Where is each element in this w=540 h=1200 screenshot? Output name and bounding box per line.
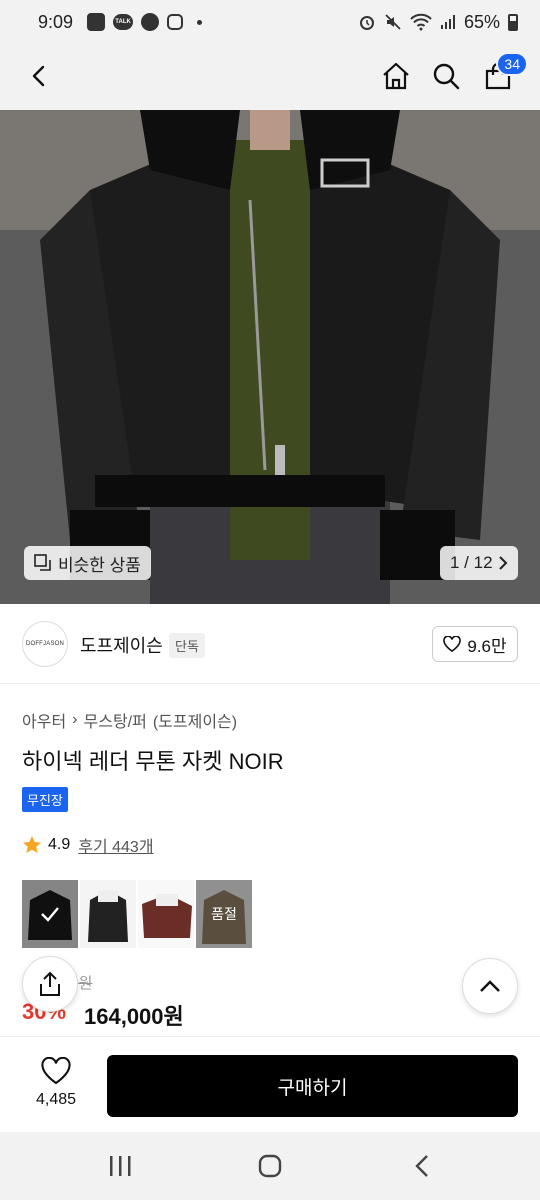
breadcrumb-item[interactable]: 무스탕/퍼	[84, 708, 147, 732]
buy-button[interactable]: 구매하기	[107, 1055, 518, 1117]
color-option-4[interactable]: 품절	[196, 880, 252, 948]
system-navigation-bar	[0, 1132, 540, 1200]
color-option-3[interactable]	[138, 880, 194, 948]
rating-score: 4.9	[48, 836, 71, 853]
sold-out-overlay: 품절	[196, 880, 252, 948]
kakaotalk-icon: TALK	[113, 14, 134, 30]
jacket-photo	[0, 110, 540, 604]
brand-row[interactable]: DOFFJASON 도프제이슨 단독 9.6만	[0, 604, 540, 684]
thumb-image	[138, 880, 194, 948]
chevron-right-icon	[499, 556, 508, 570]
reviews-link[interactable]: 후기 443개	[78, 833, 153, 857]
home-icon	[383, 62, 409, 90]
app-header: 34	[0, 44, 540, 110]
brand-like-button[interactable]: 9.6만	[432, 626, 518, 662]
wishlist-count: 4,485	[35, 1091, 77, 1108]
product-title: 하이넥 레더 무톤 자켓 NOIR	[22, 749, 284, 774]
alarm-icon	[359, 16, 374, 30]
mute-icon	[385, 14, 401, 30]
purchase-bar: 4,485 구매하기	[0, 1036, 540, 1132]
share-button[interactable]	[22, 956, 78, 1012]
recent-apps-icon	[110, 1156, 131, 1176]
cart-count-badge: 34	[496, 52, 528, 76]
selected-overlay	[22, 880, 78, 948]
status-bar: 9:09 TALK 65%	[0, 0, 540, 44]
heart-icon	[443, 636, 462, 652]
breadcrumb: 아우터 › 무스탕/퍼 (도프제이슨)	[22, 708, 237, 732]
home-nav-button[interactable]	[250, 1149, 290, 1183]
chevron-up-icon	[480, 980, 500, 992]
image-page-count: 1 / 12	[450, 553, 493, 572]
rating-row[interactable]: 4.9 후기 443개	[22, 833, 154, 857]
signal-icon	[440, 15, 455, 29]
back-button[interactable]	[18, 54, 62, 98]
recent-apps-button[interactable]	[100, 1149, 140, 1183]
back-arrow-icon	[415, 1155, 428, 1177]
color-option-noir[interactable]	[22, 880, 78, 948]
breadcrumb-item[interactable]: 아우터	[22, 708, 66, 732]
home-button[interactable]	[374, 54, 418, 98]
search-icon	[433, 63, 460, 90]
star-icon	[23, 836, 41, 853]
breadcrumb-item[interactable]: (도프제이슨)	[153, 708, 237, 732]
brand-name[interactable]: 도프제이슨	[80, 632, 163, 658]
thumb-image	[80, 880, 136, 948]
notification-icon	[87, 13, 106, 31]
copy-icon	[34, 554, 51, 571]
scroll-top-button[interactable]	[462, 958, 518, 1014]
exclusive-tag: 단독	[169, 633, 205, 658]
similar-products-label: 비슷한 상품	[58, 555, 141, 575]
checkmark-icon	[41, 907, 59, 922]
status-time: 9:09	[38, 11, 74, 32]
image-page-indicator[interactable]: 1 / 12	[440, 546, 518, 580]
color-option-2[interactable]	[80, 880, 136, 948]
sale-price: 164,000원	[84, 1004, 184, 1029]
share-icon	[40, 971, 60, 996]
chevron-left-icon	[32, 65, 45, 87]
brand-logo[interactable]: DOFFJASON	[22, 621, 68, 667]
wifi-icon	[410, 13, 432, 31]
heart-icon	[41, 1057, 71, 1085]
wishlist-button[interactable]: 4,485	[26, 1057, 86, 1109]
brand-like-count: 9.6만	[467, 636, 507, 656]
battery-icon	[508, 13, 518, 31]
free-shipping-badge: 무진장	[22, 787, 68, 812]
similar-products-button[interactable]: 비슷한 상품	[24, 546, 151, 580]
chevron-right-icon: ›	[72, 711, 78, 728]
more-notifications-icon	[197, 19, 203, 25]
price-section: 00원 30% 164,000원	[22, 968, 522, 1029]
search-button[interactable]	[424, 54, 468, 98]
product-image[interactable]: 비슷한 상품 1 / 12	[0, 110, 540, 604]
cart-button[interactable]: 34	[476, 52, 528, 98]
color-options: 품절	[22, 880, 252, 948]
sold-out-label: 품절	[211, 906, 237, 922]
home-circle-icon	[258, 1154, 282, 1178]
back-nav-button[interactable]	[402, 1149, 442, 1183]
instagram-icon	[167, 14, 184, 30]
battery-percent: 65%	[463, 11, 500, 32]
message-icon	[141, 13, 160, 31]
